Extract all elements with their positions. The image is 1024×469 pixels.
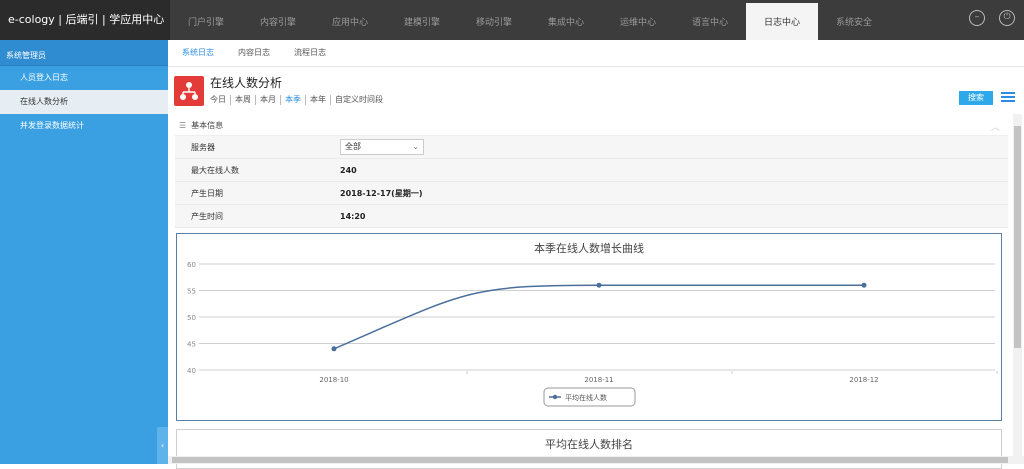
sidebar-item-concurrent-stats[interactable]: 并发登录数据统计	[0, 114, 168, 138]
info-label: 最大在线人数	[191, 165, 239, 175]
tab-ops-center[interactable]: 运维中心	[602, 0, 674, 40]
x-tick-label: 2018-11	[584, 376, 613, 384]
sidebar-collapse-button[interactable]: ‹	[157, 427, 168, 464]
tab-integration-center[interactable]: 集成中心	[530, 0, 602, 40]
x-tick-label: 2018-12	[849, 376, 878, 384]
subtab-system-log[interactable]: 系统日志	[182, 40, 214, 66]
tab-language-center[interactable]: 语言中心	[674, 0, 746, 40]
basic-info-panel: ☰ 基本信息 ︿ 服务器 全部 ⌄ 最大在线人数 240 产生日期 2018-12-…	[175, 116, 1008, 469]
y-tick-label: 50	[187, 314, 196, 322]
server-select[interactable]: 全部 ⌄	[340, 139, 424, 155]
top-bar: e-cology | 后端引 | 学应用中心 门户引擎 内容引擎 应用中心 建模…	[0, 0, 1024, 40]
period-month[interactable]: 本月	[260, 95, 281, 105]
server-select-value: 全部	[345, 142, 361, 151]
main-content: 系统日志 内容日志 流程日志 在线人数分析 今日 本周 本月 本季 本年 自定义…	[168, 40, 1024, 469]
sidebar-item-online-analysis[interactable]: 在线人数分析	[0, 90, 168, 114]
org-chart-icon	[174, 76, 204, 106]
info-label: 产生日期	[191, 188, 223, 198]
tab-portal-engine[interactable]: 门户引擎	[170, 0, 242, 40]
panel-header: ☰ 基本信息 ︿	[175, 116, 1008, 136]
legend-marker	[552, 394, 558, 400]
menu-icon: ☰	[179, 121, 187, 130]
info-value: 240	[340, 165, 357, 175]
search-button[interactable]: 搜索	[959, 91, 993, 105]
sidebar: 系统管理员 人员登入日志 在线人数分析 并发登录数据统计 ‹	[0, 40, 168, 464]
period-today[interactable]: 今日	[210, 95, 231, 105]
chevron-down-icon: ⌄	[412, 142, 419, 151]
info-label: 产生时间	[191, 211, 223, 221]
sidebar-header: 系统管理员	[0, 40, 168, 66]
subtab-content-log[interactable]: 内容日志	[238, 40, 270, 66]
subtab-workflow-log[interactable]: 流程日志	[294, 40, 326, 66]
tab-system-security[interactable]: 系统安全	[818, 0, 890, 40]
data-point	[596, 282, 602, 288]
top-nav: 门户引擎 内容引擎 应用中心 建模引擎 移动引擎 集成中心 运维中心 语言中心 …	[170, 0, 890, 40]
app-brand: e-cology | 后端引 | 学应用中心	[0, 0, 170, 40]
info-row-server: 服务器 全部 ⌄	[175, 136, 1008, 159]
period-week[interactable]: 本周	[235, 95, 256, 105]
sub-tabs: 系统日志 内容日志 流程日志	[168, 40, 1024, 67]
y-tick-label: 40	[187, 367, 196, 375]
period-filter: 今日 本周 本月 本季 本年 自定义时间段	[210, 95, 391, 105]
x-tick-label: 2018-10	[319, 376, 348, 384]
scrollbar-thumb[interactable]	[172, 457, 1008, 463]
collapse-icon[interactable]: ︿	[991, 118, 1000, 138]
y-tick-label: 45	[187, 341, 196, 349]
tab-log-center[interactable]: 日志中心	[746, 3, 818, 40]
vertical-scrollbar[interactable]	[1013, 114, 1022, 458]
info-label: 服务器	[191, 142, 215, 152]
list-menu-icon[interactable]	[1001, 92, 1015, 104]
page-title: 在线人数分析	[210, 76, 283, 90]
minus-circle-icon[interactable]: –	[969, 10, 985, 26]
tab-app-center[interactable]: 应用中心	[314, 0, 386, 40]
tab-content-engine[interactable]: 内容引擎	[242, 0, 314, 40]
panel-title: 基本信息	[191, 121, 224, 130]
info-row-time: 产生时间 14:20	[175, 205, 1008, 228]
y-tick-label: 60	[187, 261, 196, 269]
tab-modeling-engine[interactable]: 建模引擎	[386, 0, 458, 40]
data-point	[331, 346, 337, 352]
sidebar-item-login-log[interactable]: 人员登入日志	[0, 66, 168, 90]
growth-line-chart: 本季在线人数增长曲线 40 45 50 55 60 2018-10 2018-11 2018-1…	[187, 241, 998, 407]
legend-label: 平均在线人数	[565, 393, 607, 402]
scrollbar-thumb[interactable]	[1014, 126, 1021, 348]
power-icon[interactable]: ⏻	[999, 10, 1015, 26]
horizontal-scrollbar[interactable]	[168, 456, 1024, 464]
period-custom[interactable]: 自定义时间段	[335, 95, 387, 105]
data-point	[861, 282, 867, 288]
title-bar: 在线人数分析 今日 本周 本月 本季 本年 自定义时间段 搜索	[174, 70, 1020, 114]
info-value: 14:20	[340, 211, 366, 221]
period-year[interactable]: 本年	[310, 95, 331, 105]
info-row-max-online: 最大在线人数 240	[175, 159, 1008, 182]
y-tick-label: 55	[187, 288, 196, 296]
growth-chart-box: 本季在线人数增长曲线 40 45 50 55 60 2018-10 2018-11 2018-1…	[176, 233, 1002, 421]
info-value: 2018-12-17(星期一)	[340, 188, 423, 198]
chart-title: 本季在线人数增长曲线	[534, 241, 644, 255]
period-quarter[interactable]: 本季	[285, 95, 306, 105]
ranking-chart-title: 平均在线人数排名	[545, 438, 633, 451]
info-row-date: 产生日期 2018-12-17(星期一)	[175, 182, 1008, 205]
tab-mobile-engine[interactable]: 移动引擎	[458, 0, 530, 40]
